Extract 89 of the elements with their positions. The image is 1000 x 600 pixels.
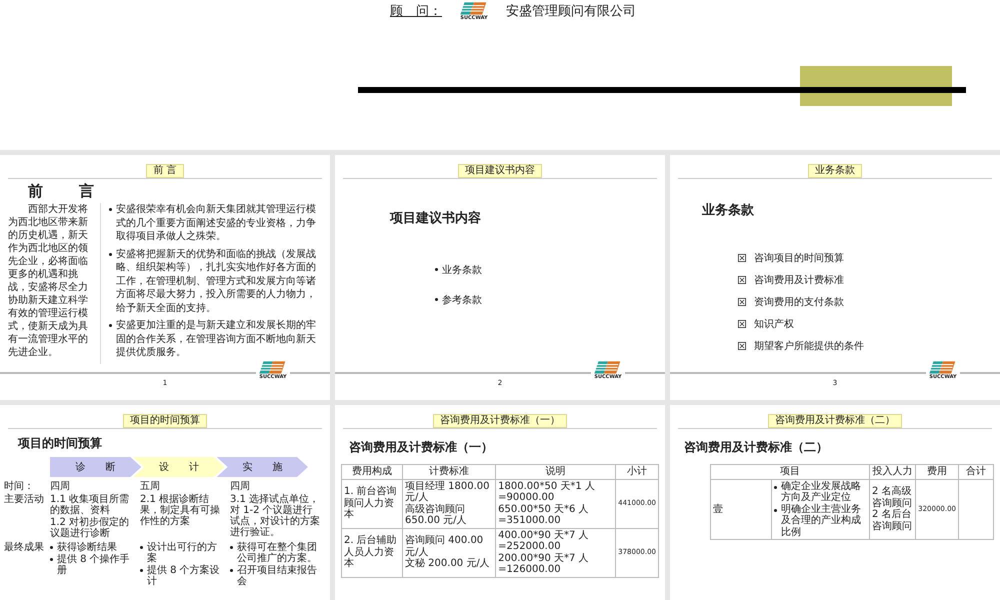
stripes-logo-icon	[259, 360, 287, 375]
consultant-label: 顾 问：	[390, 3, 442, 20]
column-header: 说明	[496, 464, 616, 479]
bullet-paragraph: 安盛很荣幸有机会向新天集团就其管理运行模式的几个重要方面阐述安盛的专业资格，力争取得项目承做人之殊荣。	[116, 203, 317, 244]
bullet-text: 确定企业发展战略方向及产业定位	[781, 480, 862, 504]
bullet-icon	[774, 486, 777, 488]
column-header: 计费标准	[402, 464, 496, 479]
slide-title: 项目的时间预算	[16, 435, 103, 452]
bullet-icon	[109, 324, 112, 327]
calculation-text: 400.00*90 天*7 人 =252000.00	[498, 530, 590, 552]
list-item-text: 资询费用的支付条款	[754, 296, 844, 309]
bullet-icon	[140, 569, 143, 572]
column-header: 费用构成	[342, 464, 402, 479]
rate-text: 文秘 200.00 元/人	[405, 558, 491, 570]
calculation-text: 200.00*90 天*7 人 =126000.00	[498, 552, 590, 576]
column-header: 费用	[916, 464, 958, 479]
slide-thumbnail[interactable]	[335, 405, 665, 600]
activity-text: 3.1 选择试点单位，对 1-2 个议题进行试点，对设计的方案进行验证。	[230, 494, 321, 538]
result-text: 提供 8 个方案设计	[147, 565, 221, 587]
bullet-icon	[230, 546, 233, 549]
bullet-text: 明确企业主营业务及合理的产业构成比例	[781, 504, 862, 538]
bullet-icon	[50, 546, 53, 549]
crossed-box-icon	[738, 254, 746, 262]
list-item-text: 期望客户所能提供的条件	[754, 340, 864, 353]
bullet-icon	[50, 558, 53, 561]
column-header: 小计	[616, 464, 658, 479]
row-label: 时间：	[4, 481, 35, 492]
duration-text: 四周	[50, 481, 71, 492]
column-header: 合计	[958, 464, 994, 479]
section-tag: 咨询费用及计费标准（二）	[768, 414, 902, 428]
activity-text: 1.1 收集项目所需的数据、资料	[50, 494, 130, 516]
calculation-text: 1800.00*50 天*1 人 =90000.00	[498, 480, 596, 504]
list-item-text: 咨询费用及计费标准	[754, 274, 844, 287]
crossed-box-icon	[738, 276, 746, 284]
result-text: 获得诊断结果	[57, 542, 117, 553]
result-text: 召开项目结束报告会	[237, 565, 318, 587]
calculation-text: 650.00*50 天*6 人 =351000.00	[498, 504, 590, 526]
column-header: 投入人力	[870, 464, 916, 479]
bullet-icon	[230, 569, 233, 572]
bullet-icon	[435, 298, 438, 301]
bullet-item: 业务条款	[442, 264, 482, 277]
bullet-paragraph: 安盛将把握新天的优势和面临的挑战（发展战略、组织架构等），扎扎实实地作好各方面的工作，在管理机制、管理方式和发展方向等诸方面将尽最大努力，投入所需要的人力物力，给予新天全面的支持。	[116, 248, 317, 315]
duration-text: 五周	[140, 481, 161, 492]
bullet-icon	[140, 546, 143, 549]
section-tag: 咨询费用及计费标准（一）	[433, 414, 567, 428]
result-text: 设计出可行的方案	[147, 542, 218, 564]
crossed-box-icon	[738, 342, 746, 350]
crossed-box-icon	[738, 320, 746, 328]
bullet-icon	[109, 208, 112, 211]
column-header: 项目	[710, 464, 870, 479]
section-tag: 业务条款	[808, 164, 862, 178]
intro-paragraph: 西部大开发将为西北地区带来新的历史机遇，新天作为西北地区的领先企业，必将面临更多的机遇和挑战，安盛将尽全力协助新天建立科学有效的管理运行模式，使新天成为具有一流管理水平的先进企业。	[8, 203, 101, 364]
list-item-text: 知识产权	[754, 318, 794, 331]
activity-text: 1.2 对初步假定的议题进行诊断	[50, 517, 130, 539]
slide-thumbnail[interactable]	[0, 405, 330, 600]
section-tag: 项目建议书内容	[458, 164, 542, 178]
section-tag: 前 言	[146, 164, 184, 178]
row-label: 主要活动	[4, 494, 45, 507]
activity-text: 2.1 根据诊断结果，制定具有可操作性的方案	[140, 494, 221, 527]
rate-text: 咨询顾问 400.00 元/人	[405, 535, 484, 558]
result-text: 获得可在整个集团公司推广的方案。	[237, 542, 318, 564]
table-cell: 2. 后台辅助人员人力资本	[342, 528, 402, 577]
stripes-logo-icon	[460, 1, 488, 16]
slide-title: 咨询费用及计费标准（二）	[683, 439, 829, 456]
staff-text: 2 名高级咨询顾问	[872, 486, 914, 509]
crossed-box-icon	[738, 298, 746, 306]
duration-text: 四周	[230, 481, 251, 492]
bullet-paragraph: 安盛更加注重的是与新天建立和发展长期的牢固的合作关系，在管理咨询方面不断地向新天提供优质服务。	[116, 319, 317, 360]
stripes-logo-icon	[929, 360, 957, 375]
bullet-item: 参考条款	[442, 294, 482, 307]
bullet-icon	[774, 508, 777, 512]
slide-title: 前 言	[27, 181, 97, 201]
section-tag: 项目的时间预算	[123, 414, 207, 428]
table-cell: 1. 前台咨询顾问人力资本	[342, 479, 402, 528]
company-name: 安盛管理顾问有限公司	[506, 3, 636, 20]
rate-text: 高级咨询顾问 650.00 元/人	[405, 504, 468, 526]
slide-title: 业务条款	[701, 202, 755, 219]
result-text: 提供 8 个操作手册	[57, 554, 131, 576]
slide-title: 项目建议书内容	[388, 210, 482, 227]
bullet-icon	[109, 252, 112, 256]
staff-text: 2 名后台咨询顾问	[872, 509, 914, 532]
slide-title: 咨询费用及计费标准（一）	[348, 439, 494, 456]
list-item-text: 咨询项目的时间预算	[754, 252, 844, 265]
slide-thumbnail[interactable]	[0, 155, 330, 400]
stripes-logo-icon	[594, 360, 622, 375]
bullet-icon	[435, 268, 438, 271]
rate-text: 项目经理 1800.00 元/人	[405, 480, 491, 504]
row-label: 最终成果	[4, 542, 45, 555]
table-cell: 壹	[710, 479, 772, 540]
